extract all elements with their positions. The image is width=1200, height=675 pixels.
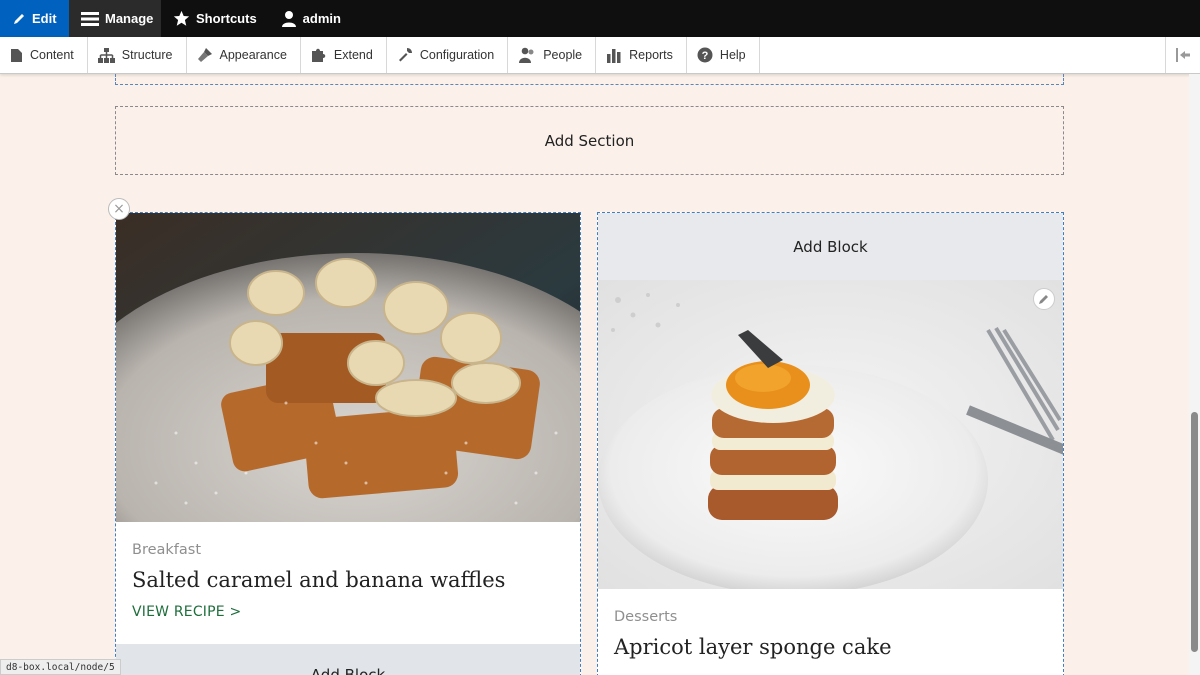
sitemap-icon — [97, 47, 115, 63]
star-icon — [173, 10, 190, 26]
question-icon: ? — [697, 47, 713, 63]
tray-item-extend[interactable]: Extend — [301, 37, 387, 73]
contextual-edit-button[interactable] — [1033, 288, 1055, 310]
tray-item-label: Configuration — [419, 48, 495, 62]
admin-tray: Content Structure Appearance Extend Conf… — [0, 37, 1200, 74]
previous-section — [115, 74, 1064, 85]
add-block-button[interactable]: Add Block — [598, 213, 1063, 280]
svg-text:?: ? — [702, 50, 709, 62]
sponge-cake-image — [598, 280, 1063, 589]
tray-item-label: Content — [30, 48, 74, 62]
shortcuts-button[interactable]: Shortcuts — [161, 0, 269, 37]
card-title[interactable]: Apricot layer sponge cake — [614, 635, 1047, 659]
hamburger-icon — [81, 11, 99, 26]
manage-label: Manage — [105, 11, 154, 26]
card-title[interactable]: Salted caramel and banana waffles — [132, 568, 564, 592]
people-icon — [519, 47, 534, 63]
tray-item-label: Extend — [333, 48, 373, 62]
scrollbar[interactable] — [1189, 74, 1200, 675]
card-category: Desserts — [614, 609, 678, 625]
tray-item-reports[interactable]: Reports — [596, 37, 687, 73]
user-label: admin — [302, 11, 341, 26]
tray-item-structure[interactable]: Structure — [88, 37, 187, 73]
puzzle-icon — [311, 48, 326, 62]
status-bar-url: d8-box.local/node/5 — [0, 659, 121, 675]
tray-item-help[interactable]: ? Help — [687, 37, 760, 73]
pencil-icon — [1039, 295, 1048, 304]
remove-section-button[interactable]: × — [108, 198, 130, 220]
region-first: Breakfast Salted caramel and banana waff… — [115, 212, 581, 675]
card-category: Breakfast — [132, 542, 202, 558]
tray-item-content[interactable]: Content — [0, 37, 88, 73]
user-icon — [281, 11, 296, 27]
tray-item-label: Structure — [121, 48, 173, 62]
tray-item-people[interactable]: People — [508, 37, 597, 73]
tray-item-appearance[interactable]: Appearance — [187, 37, 301, 73]
paintbrush-icon — [197, 48, 212, 62]
admin-toolbar: Edit Manage Shortcuts admin — [0, 0, 1200, 37]
manage-button[interactable]: Manage — [69, 0, 161, 37]
tray-item-configuration[interactable]: Configuration — [387, 37, 509, 73]
region-second: Add Block Desserts Apricot layer sponge … — [597, 212, 1064, 675]
add-section-button[interactable]: Add Section — [115, 106, 1064, 175]
page-icon — [11, 48, 22, 62]
user-button[interactable]: admin — [269, 0, 353, 37]
pencil-icon — [14, 13, 24, 24]
waffles-image — [116, 213, 580, 522]
edit-button[interactable]: Edit — [0, 0, 69, 37]
add-block-button[interactable]: Add Block — [116, 644, 580, 675]
tray-item-label: Appearance — [219, 48, 287, 62]
bar-chart-icon — [607, 49, 621, 63]
scroll-thumb[interactable] — [1191, 412, 1198, 652]
view-recipe-link[interactable]: VIEW RECIPE > — [132, 604, 564, 620]
tray-item-label: Reports — [629, 48, 673, 62]
wrench-icon — [398, 48, 412, 62]
edit-label: Edit — [32, 11, 57, 26]
tray-item-label: Help — [719, 48, 746, 62]
collapse-icon — [1176, 48, 1190, 62]
tray-item-label: People — [543, 48, 583, 62]
tray-orientation-toggle[interactable] — [1165, 37, 1200, 73]
shortcuts-label: Shortcuts — [196, 11, 257, 26]
